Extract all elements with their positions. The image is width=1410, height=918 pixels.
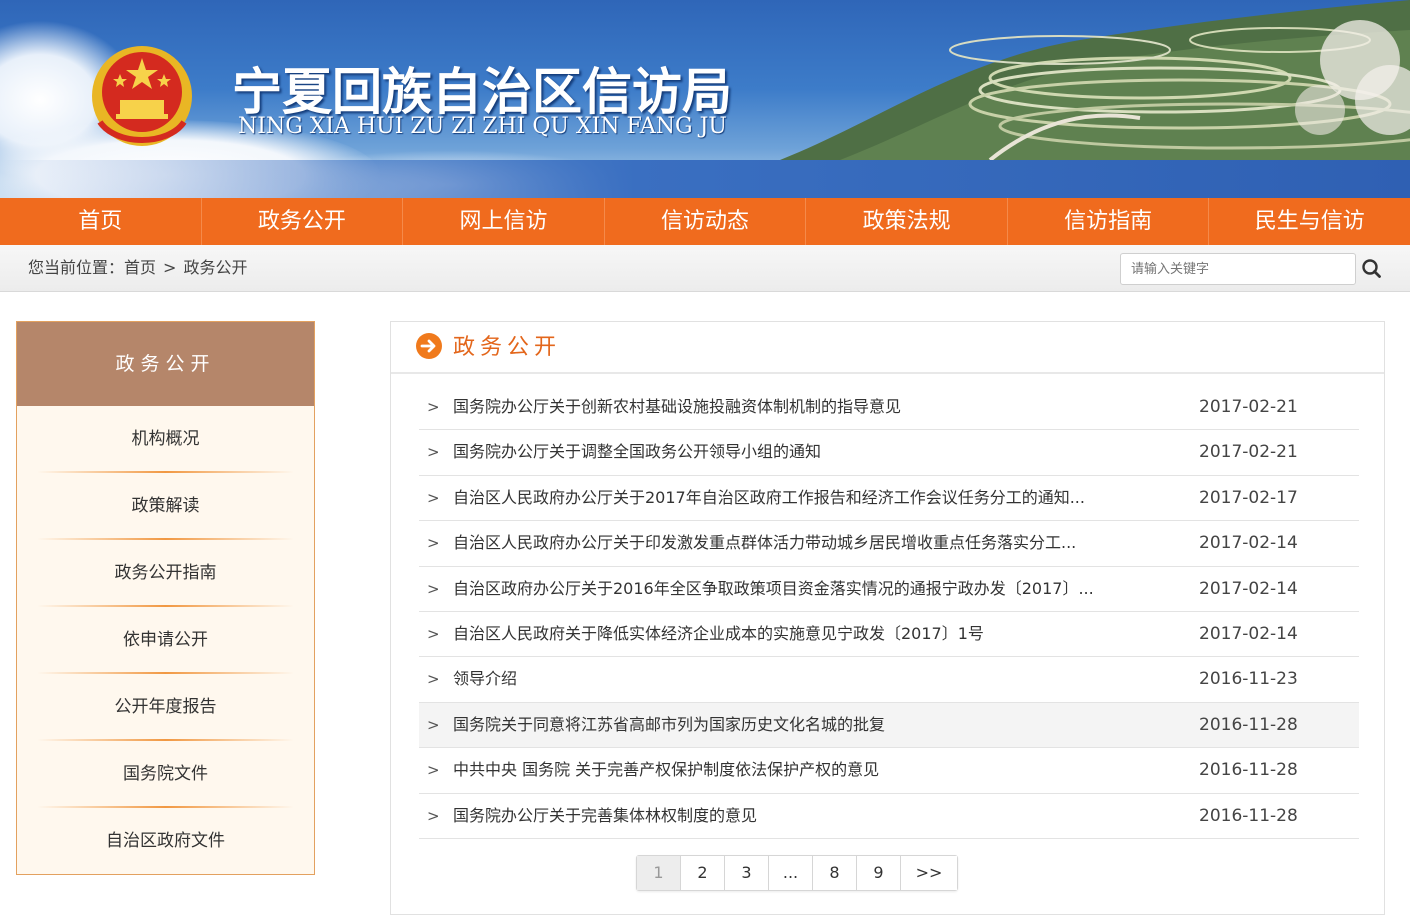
main-nav: 首页 政务公开 网上信访 信访动态 政策法规 信访指南 民生与信访 (0, 198, 1410, 245)
list-item[interactable]: > 领导介绍 2016-11-23 (419, 657, 1359, 703)
article-title[interactable]: 领导介绍 (453, 657, 1173, 701)
main-panel: 政务公开 > 国务院办公厅关于创新农村基础设施投融资体制机制的指导意见 2017… (390, 321, 1385, 915)
sidebar-item-request-disclosure[interactable]: 依申请公开 (17, 607, 314, 674)
article-title[interactable]: 自治区人民政府办公厅关于2017年自治区政府工作报告和经济工作会议任务分工的通知… (453, 476, 1173, 520)
nav-item-livelihood[interactable]: 民生与信访 (1209, 198, 1410, 245)
article-title[interactable]: 国务院办公厅关于完善集体林权制度的意见 (453, 794, 1173, 838)
search-input[interactable] (1120, 253, 1356, 285)
article-date: 2016-11-23 (1199, 669, 1298, 690)
banner-strip (0, 160, 1410, 198)
article-title[interactable]: 国务院关于同意将江苏省高邮市列为国家历史文化名城的批复 (453, 703, 1173, 747)
list-item[interactable]: > 国务院关于同意将江苏省高邮市列为国家历史文化名城的批复 2016-11-28 (419, 702, 1359, 749)
article-date: 2016-11-28 (1199, 714, 1298, 735)
article-date: 2017-02-17 (1199, 487, 1298, 508)
article-date: 2017-02-14 (1199, 578, 1298, 599)
article-date: 2016-11-28 (1199, 805, 1298, 826)
page-2[interactable]: 2 (681, 856, 725, 890)
location-bar: 您当前位置：首页 > 政务公开 (0, 245, 1410, 292)
sidebar: 政务公开 机构概况 政策解读 政务公开指南 依申请公开 公开年度报告 国务院文件… (16, 321, 315, 875)
article-title[interactable]: 自治区政府办公厅关于2016年全区争取政策项目资金落实情况的通报宁政办发〔201… (453, 567, 1173, 611)
breadcrumb-prefix: 您当前位置： (28, 258, 125, 277)
article-date: 2017-02-14 (1199, 623, 1298, 644)
nav-item-government-affairs[interactable]: 政务公开 (202, 198, 404, 245)
article-list: > 国务院办公厅关于创新农村基础设施投融资体制机制的指导意见 2017-02-2… (419, 385, 1359, 839)
section-title: 政务公开 (453, 335, 562, 360)
list-item[interactable]: > 自治区人民政府办公厅关于印发激发重点群体活力带动城乡居民增收重点任务落实分工… (419, 521, 1359, 567)
breadcrumb-current[interactable]: 政务公开 (183, 258, 247, 277)
list-item[interactable]: > 国务院办公厅关于调整全国政务公开领导小组的通知 2017-02-21 (419, 430, 1359, 476)
breadcrumb-separator: > (163, 258, 177, 277)
main-header: 政务公开 (391, 322, 1384, 374)
breadcrumb: 您当前位置：首页 > 政务公开 (28, 245, 247, 291)
page-8[interactable]: 8 (813, 856, 857, 890)
list-item[interactable]: > 国务院办公厅关于完善集体林权制度的意见 2016-11-28 (419, 794, 1359, 839)
sidebar-item-state-council-docs[interactable]: 国务院文件 (17, 741, 314, 808)
site-subtitle: NING XIA HUI ZU ZI ZHI QU XIN FANG JU (238, 114, 727, 139)
article-title[interactable]: 国务院办公厅关于创新农村基础设施投融资体制机制的指导意见 (453, 385, 1173, 429)
chevron-right-icon: > (427, 443, 440, 462)
pagination: 1 2 3 ... 8 9 >> (636, 855, 958, 891)
article-title[interactable]: 国务院办公厅关于调整全国政务公开领导小组的通知 (453, 430, 1173, 474)
article-date: 2017-02-21 (1199, 442, 1298, 463)
breadcrumb-home-link[interactable]: 首页 (124, 258, 156, 277)
sidebar-item-disclosure-guide[interactable]: 政务公开指南 (17, 540, 314, 607)
article-date: 2017-02-14 (1199, 533, 1298, 554)
list-item[interactable]: > 自治区政府办公厅关于2016年全区争取政策项目资金落实情况的通报宁政办发〔2… (419, 567, 1359, 612)
nav-item-home[interactable]: 首页 (0, 198, 202, 245)
list-item[interactable]: > 中共中央 国务院 关于完善产权保护制度依法保护产权的意见 2016-11-2… (419, 748, 1359, 794)
chevron-right-icon: > (427, 806, 440, 825)
header-banner: 宁夏回族自治区信访局 NING XIA HUI ZU ZI ZHI QU XIN… (0, 0, 1410, 198)
article-date: 2017-02-21 (1199, 397, 1298, 417)
article-title[interactable]: 自治区人民政府办公厅关于印发激发重点群体活力带动城乡居民增收重点任务落实分工..… (453, 521, 1173, 565)
next-page-button[interactable]: >> (901, 856, 957, 890)
article-date: 2016-11-28 (1199, 760, 1298, 781)
chevron-right-icon: > (427, 488, 440, 507)
national-emblem-icon (92, 46, 192, 146)
nav-item-petition-news[interactable]: 信访动态 (605, 198, 807, 245)
page-3[interactable]: 3 (725, 856, 769, 890)
sidebar-title: 政务公开 (17, 322, 314, 406)
page-ellipsis: ... (769, 856, 813, 890)
list-item[interactable]: > 自治区人民政府关于降低实体经济企业成本的实施意见宁政发〔2017〕1号 20… (419, 612, 1359, 658)
page-9[interactable]: 9 (857, 856, 901, 890)
terraces-landscape-image (780, 0, 1410, 160)
nav-item-online-petition[interactable]: 网上信访 (403, 198, 605, 245)
list-item[interactable]: > 自治区人民政府办公厅关于2017年自治区政府工作报告和经济工作会议任务分工的… (419, 476, 1359, 522)
list-item[interactable]: > 国务院办公厅关于创新农村基础设施投融资体制机制的指导意见 2017-02-2… (419, 385, 1359, 431)
article-title[interactable]: 自治区人民政府关于降低实体经济企业成本的实施意见宁政发〔2017〕1号 (453, 612, 1173, 656)
chevron-right-icon: > (427, 761, 440, 780)
nav-item-petition-guide[interactable]: 信访指南 (1008, 198, 1210, 245)
chevron-right-icon: > (427, 715, 440, 734)
nav-item-policies[interactable]: 政策法规 (806, 198, 1008, 245)
chevron-right-icon: > (427, 670, 440, 689)
sidebar-item-regional-docs[interactable]: 自治区政府文件 (17, 808, 314, 875)
chevron-right-icon: > (427, 398, 440, 416)
sidebar-item-policy-interpretation[interactable]: 政策解读 (17, 473, 314, 540)
chevron-right-icon: > (427, 534, 440, 553)
sidebar-item-organization[interactable]: 机构概况 (17, 406, 314, 473)
search-icon[interactable] (1358, 253, 1386, 285)
chevron-right-icon: > (427, 579, 440, 598)
article-title[interactable]: 中共中央 国务院 关于完善产权保护制度依法保护产权的意见 (453, 748, 1173, 792)
chevron-right-icon: > (427, 624, 440, 643)
page-1[interactable]: 1 (637, 856, 681, 890)
arrow-circle-icon (416, 333, 442, 359)
sidebar-item-annual-report[interactable]: 公开年度报告 (17, 674, 314, 741)
